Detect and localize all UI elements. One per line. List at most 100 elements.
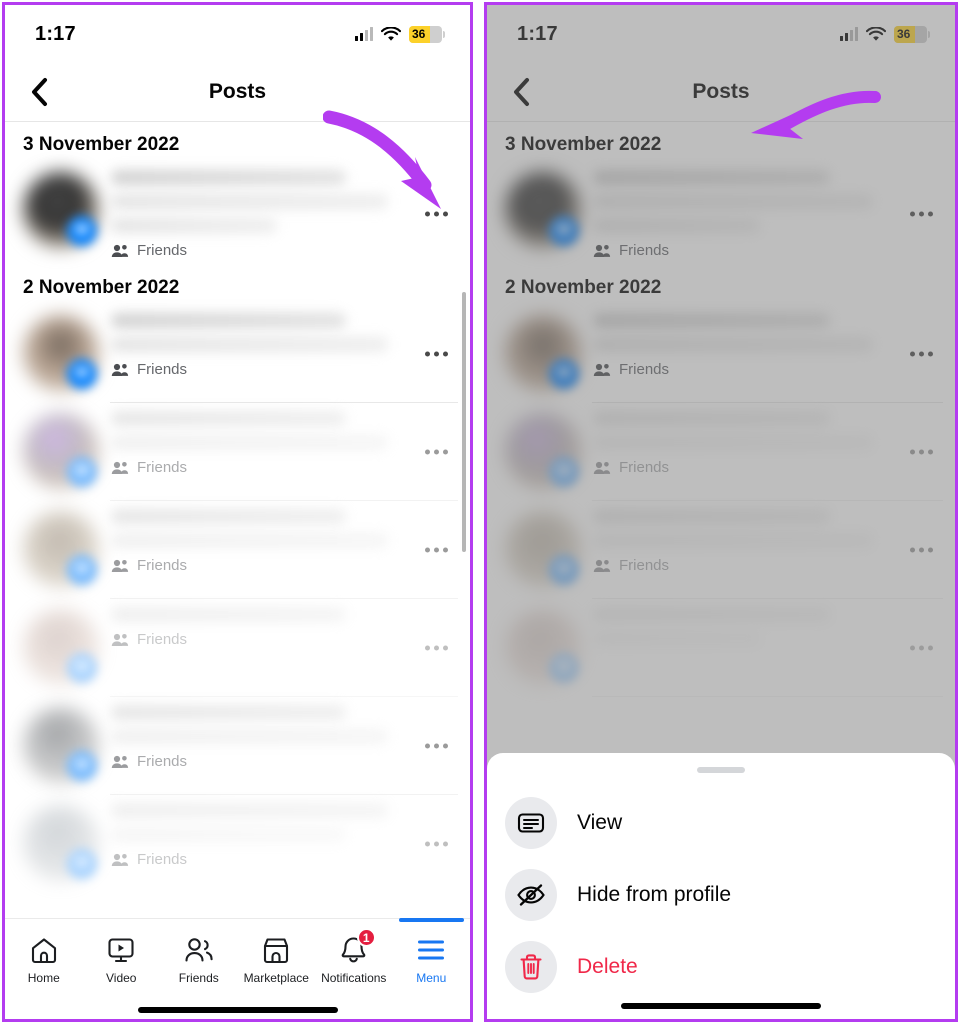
post-content: Friends xyxy=(99,801,470,868)
sheet-item-label: View xyxy=(577,811,623,834)
post-menu-button[interactable] xyxy=(906,540,937,561)
avatar xyxy=(23,511,99,587)
tab-marketplace[interactable]: Marketplace xyxy=(238,927,316,985)
battery-low-power-icon: 36 xyxy=(409,25,445,43)
posts-feed[interactable]: 3 November 2022 Friends 2 November 2022 … xyxy=(5,122,470,918)
hamburger-menu-icon xyxy=(418,940,445,960)
privacy-badge: Friends xyxy=(111,361,412,378)
friends-icon xyxy=(593,244,611,257)
privacy-label: Friends xyxy=(137,851,188,868)
table-row[interactable]: Friends xyxy=(5,162,470,265)
post-menu-button[interactable] xyxy=(421,638,452,659)
tab-video[interactable]: Video xyxy=(83,927,161,985)
avatar xyxy=(505,172,581,248)
tab-label: Friends xyxy=(178,971,219,985)
post-text-redacted xyxy=(111,411,346,426)
table-row[interactable]: Friends xyxy=(487,162,955,265)
post-content: Friends xyxy=(581,168,955,259)
table-row[interactable] xyxy=(487,599,955,697)
post-content: Friends xyxy=(581,507,955,574)
post-text-redacted xyxy=(593,194,873,209)
tab-friends[interactable]: Friends xyxy=(160,927,238,985)
table-row[interactable]: Friends xyxy=(5,697,470,795)
post-content: Friends xyxy=(99,605,470,648)
table-row[interactable]: Friends xyxy=(5,501,470,599)
scrollbar[interactable] xyxy=(462,292,466,552)
status-bar-time: 1:17 xyxy=(517,22,558,45)
messenger-badge-icon xyxy=(549,359,579,389)
table-row[interactable]: Friends xyxy=(5,795,470,893)
nav-header: Posts xyxy=(487,63,955,122)
post-text-redacted xyxy=(593,533,873,548)
phone-screenshot-left: 1:17 36 Posts 3 November 2022 Friends 2 … xyxy=(2,2,473,1022)
post-content: Friends xyxy=(99,409,470,476)
post-text-redacted xyxy=(593,435,873,450)
battery-percent: 36 xyxy=(412,27,426,41)
post-text-redacted xyxy=(593,631,761,646)
friends-icon xyxy=(593,461,611,474)
post-menu-button[interactable] xyxy=(421,203,452,224)
messenger-badge-icon xyxy=(549,653,579,683)
messenger-badge-icon xyxy=(67,216,97,246)
table-row[interactable]: Friends xyxy=(5,403,470,501)
post-text-redacted xyxy=(111,170,346,185)
post-menu-button[interactable] xyxy=(906,442,937,463)
cellular-signal-icon xyxy=(355,27,373,41)
post-text-redacted xyxy=(111,827,346,842)
friends-icon xyxy=(111,559,129,572)
post-menu-button[interactable] xyxy=(906,344,937,365)
post-text-redacted xyxy=(593,607,831,622)
article-card-icon xyxy=(505,797,557,849)
home-indicator xyxy=(621,1003,821,1009)
post-text-redacted xyxy=(111,218,277,233)
messenger-badge-icon xyxy=(549,457,579,487)
active-tab-indicator xyxy=(398,918,464,922)
post-menu-button[interactable] xyxy=(906,203,937,224)
post-menu-button[interactable] xyxy=(421,442,452,463)
marketplace-icon xyxy=(264,937,289,963)
table-row[interactable]: Friends xyxy=(5,599,470,697)
bottom-tab-bar: Home Video xyxy=(5,918,470,1019)
privacy-badge: Friends xyxy=(593,557,897,574)
table-row[interactable]: Friends xyxy=(487,403,955,501)
post-menu-button[interactable] xyxy=(421,736,452,757)
messenger-badge-icon xyxy=(67,653,97,683)
table-row[interactable]: Friends xyxy=(487,305,955,403)
post-menu-button[interactable] xyxy=(421,540,452,561)
post-menu-button[interactable] xyxy=(421,344,452,365)
messenger-badge-icon xyxy=(67,555,97,585)
home-icon xyxy=(31,937,56,963)
back-button[interactable] xyxy=(503,74,539,110)
post-menu-button[interactable] xyxy=(906,638,937,659)
friends-icon xyxy=(593,559,611,572)
tab-home[interactable]: Home xyxy=(5,927,83,985)
sheet-drag-handle[interactable] xyxy=(697,767,745,773)
page-title: Posts xyxy=(692,80,750,103)
privacy-label: Friends xyxy=(619,361,670,378)
post-content: Friends xyxy=(581,409,955,476)
sheet-item-hide-from-profile[interactable]: Hide from profile xyxy=(487,859,955,931)
sheet-item-delete[interactable]: Delete xyxy=(487,931,955,1003)
privacy-badge: Friends xyxy=(111,557,412,574)
messenger-badge-icon xyxy=(67,751,97,781)
sheet-item-view[interactable]: View xyxy=(487,787,955,859)
tab-notifications[interactable]: 1 Notifications xyxy=(315,927,393,985)
notification-badge: 1 xyxy=(356,928,376,947)
messenger-badge-icon xyxy=(67,457,97,487)
chevron-left-icon xyxy=(32,78,47,106)
nav-header: Posts xyxy=(5,63,470,122)
home-indicator xyxy=(137,1007,338,1013)
back-button[interactable] xyxy=(21,74,57,110)
privacy-badge: Friends xyxy=(111,242,412,259)
friends-icon xyxy=(185,938,213,962)
status-bar-time: 1:17 xyxy=(35,22,76,45)
post-menu-button[interactable] xyxy=(421,834,452,855)
post-content: Friends xyxy=(99,311,470,378)
status-bar-indicators: 36 xyxy=(840,25,930,43)
home-indicator-wrap xyxy=(487,1003,955,1009)
avatar xyxy=(505,511,581,587)
friends-icon xyxy=(111,755,129,768)
table-row[interactable]: Friends xyxy=(5,305,470,403)
tab-menu[interactable]: Menu xyxy=(393,918,471,985)
table-row[interactable]: Friends xyxy=(487,501,955,599)
